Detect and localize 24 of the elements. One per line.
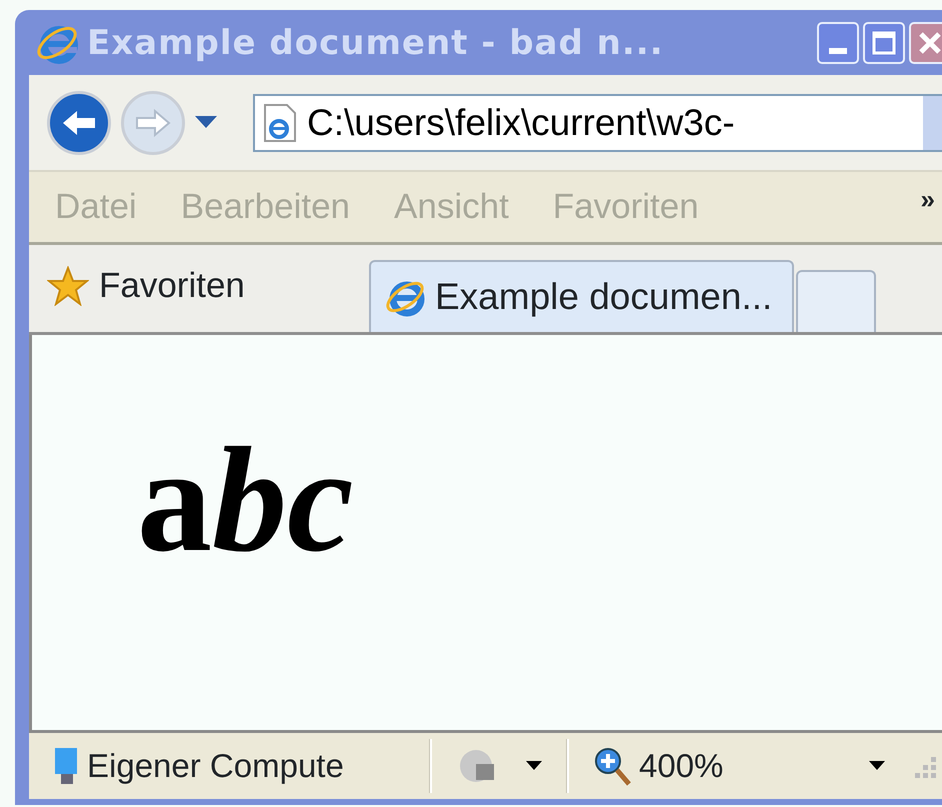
caret-icon <box>526 761 542 771</box>
minimize-icon <box>829 48 847 54</box>
maximize-icon <box>872 30 896 54</box>
address-bar[interactable]: C:\users\felix\current\w3c- <box>253 94 942 152</box>
caret-icon <box>869 761 885 771</box>
star-icon <box>47 266 89 306</box>
browser-tab[interactable]: Example documen... <box>369 260 794 332</box>
dropdown-arrow-icon[interactable] <box>195 116 217 130</box>
new-tab-button[interactable] <box>796 270 876 332</box>
more-menu-button[interactable]: » <box>920 180 935 219</box>
close-icon <box>918 30 942 54</box>
right-arrow-icon <box>133 108 173 138</box>
zoom-level-text: 400% <box>639 746 724 786</box>
maximize-button[interactable] <box>863 22 905 64</box>
favorites-button[interactable]: Favoriten <box>29 260 369 332</box>
zoom-button[interactable]: 400% <box>569 741 909 791</box>
document-text: abc <box>137 425 355 575</box>
zoom-icon <box>593 746 631 786</box>
computer-icon <box>53 746 79 786</box>
security-zone-text: Eigener Compute <box>87 746 344 786</box>
page-icon <box>263 102 297 142</box>
close-button[interactable] <box>909 22 942 64</box>
minimize-button[interactable] <box>817 22 859 64</box>
window-title: Example document - bad n... <box>87 22 664 62</box>
